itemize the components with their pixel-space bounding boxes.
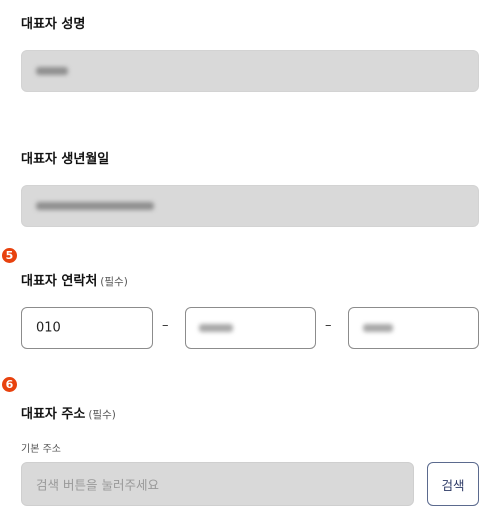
- phone-part-2-input[interactable]: [185, 307, 316, 349]
- address-search-button[interactable]: 검색: [427, 462, 479, 506]
- phone-part-3-input[interactable]: [348, 307, 479, 349]
- redacted-text: [199, 324, 233, 332]
- required-tag: (필수): [88, 409, 116, 421]
- rep-address-label-text: 대표자 주소: [21, 407, 86, 422]
- basic-address-placeholder: 검색 버튼을 눌러주세요: [36, 477, 159, 493]
- redacted-text: [363, 324, 393, 332]
- redacted-text: [36, 202, 154, 210]
- basic-address-label: 기본 주소: [21, 444, 61, 455]
- required-tag: (필수): [100, 276, 128, 288]
- phone-part-1-input[interactable]: 010: [21, 307, 153, 349]
- rep-birth-field: [21, 185, 479, 227]
- basic-address-input[interactable]: 검색 버튼을 눌러주세요: [21, 462, 414, 506]
- phone-part-1-value: 010: [36, 320, 61, 336]
- rep-name-field: [21, 50, 479, 92]
- rep-name-label: 대표자 성명: [21, 17, 86, 32]
- rep-birth-label: 대표자 생년월일: [21, 152, 110, 167]
- phone-separator: –: [325, 318, 332, 333]
- rep-contact-label-text: 대표자 연락처: [21, 274, 98, 289]
- redacted-text: [36, 67, 68, 75]
- rep-contact-label: 대표자 연락처 (필수): [21, 270, 128, 289]
- phone-separator: –: [162, 318, 169, 333]
- step-badge-6: 6: [2, 377, 17, 392]
- step-badge-5: 5: [2, 248, 17, 263]
- rep-address-label: 대표자 주소 (필수): [21, 403, 116, 422]
